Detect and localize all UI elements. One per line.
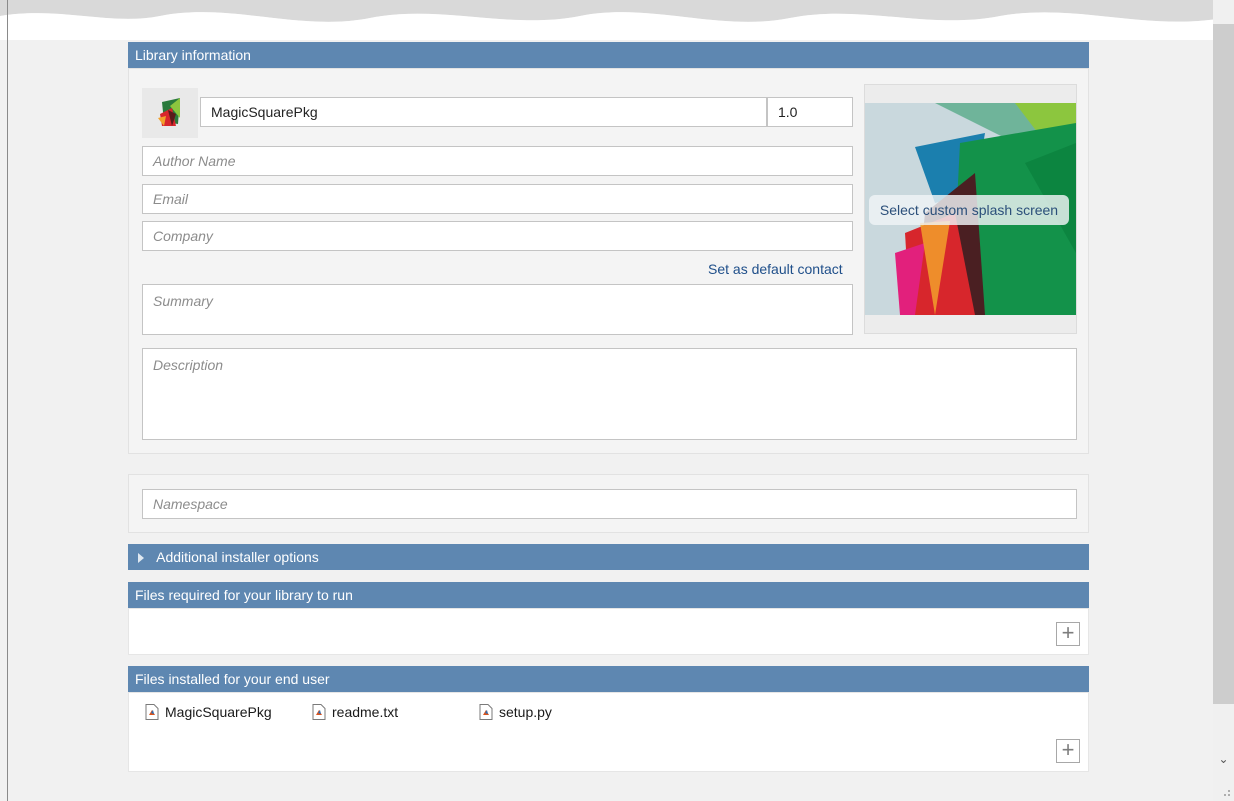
add-installed-file-button[interactable]: + [1056,739,1080,763]
scrollbar-thumb[interactable] [1213,24,1234,704]
window-left-border [7,0,8,801]
email-placeholder: Email [153,191,189,207]
matlab-membrane-icon [158,98,180,126]
installed-file-name: MagicSquarePkg [165,704,272,720]
select-splash-screen-button[interactable]: Select custom splash screen [869,195,1069,225]
files-required-title: Files required for your library to run [135,587,353,603]
plus-icon: + [1061,737,1075,762]
version-value: 1.0 [778,104,798,120]
matlab-file-icon [479,704,493,720]
installed-file-item[interactable]: readme.txt [312,704,398,720]
files-installed-panel [128,692,1089,772]
matlab-file-icon [145,704,159,720]
additional-installer-options-title: Additional installer options [156,549,319,565]
author-name-placeholder: Author Name [153,153,236,169]
company-input[interactable]: Company [142,221,853,251]
matlab-file-icon [312,704,326,720]
package-icon-button[interactable] [142,88,198,138]
author-name-input[interactable]: Author Name [142,146,853,176]
scroll-down-arrow-icon[interactable]: ⌄ [1215,750,1232,768]
summary-placeholder: Summary [153,293,213,309]
description-textarea[interactable]: Description [142,348,1077,440]
files-required-panel [128,608,1089,655]
package-name-value: MagicSquarePkg [211,104,318,120]
additional-installer-options-header[interactable]: Additional installer options [128,544,1089,570]
namespace-placeholder: Namespace [153,496,228,512]
plus-icon: + [1061,620,1075,645]
installed-file-name: readme.txt [332,704,399,720]
torn-edge-decoration [0,0,1234,40]
set-default-contact-link[interactable]: Set as default contact [708,261,843,277]
email-input[interactable]: Email [142,184,853,214]
installed-file-name: setup.py [499,704,552,720]
package-name-input[interactable]: MagicSquarePkg [200,97,767,127]
add-required-file-button[interactable]: + [1056,622,1080,646]
namespace-input[interactable]: Namespace [142,489,1077,519]
files-installed-title: Files installed for your end user [135,671,330,687]
resize-grip-icon[interactable] [1218,784,1232,798]
description-placeholder: Description [153,357,224,373]
expand-triangle-icon [138,553,144,564]
installed-file-item[interactable]: MagicSquarePkg [145,704,272,720]
version-input[interactable]: 1.0 [767,97,853,127]
library-information-title: Library information [135,47,251,63]
files-required-header: Files required for your library to run [128,582,1089,608]
installed-file-item[interactable]: setup.py [479,704,552,720]
company-placeholder: Company [153,228,213,244]
library-information-header: Library information [128,42,1089,68]
summary-textarea[interactable]: Summary [142,284,853,335]
files-installed-header: Files installed for your end user [128,666,1089,692]
